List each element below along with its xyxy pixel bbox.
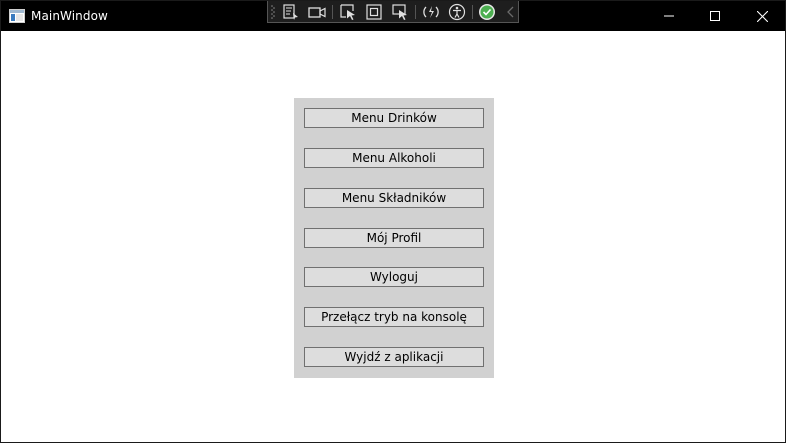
logout-button[interactable]: Wyloguj bbox=[304, 267, 484, 287]
display-layout-adorners-icon[interactable] bbox=[365, 3, 383, 21]
toolbar-separator bbox=[332, 5, 333, 19]
hot-reload-icon[interactable] bbox=[422, 3, 440, 21]
close-icon bbox=[756, 10, 768, 22]
ingredients-menu-button[interactable]: Menu Składników bbox=[304, 188, 484, 208]
xaml-debug-toolbar bbox=[267, 1, 519, 23]
exit-app-button[interactable]: Wyjdź z aplikacji bbox=[304, 347, 484, 367]
toolbar-grip-icon[interactable] bbox=[271, 4, 275, 20]
toolbar-separator bbox=[415, 5, 416, 19]
window-title: MainWindow bbox=[31, 9, 108, 23]
close-button[interactable] bbox=[739, 1, 785, 31]
alcohols-menu-button[interactable]: Menu Alkoholi bbox=[304, 148, 484, 168]
minimize-button[interactable] bbox=[646, 1, 692, 31]
main-menu-panel: Menu Drinków Menu Alkoholi Menu Składnik… bbox=[294, 98, 494, 378]
app-window-icon bbox=[9, 9, 25, 23]
drinks-menu-button[interactable]: Menu Drinków bbox=[304, 108, 484, 128]
maximize-button[interactable] bbox=[692, 1, 738, 31]
my-profile-button[interactable]: Mój Profil bbox=[304, 228, 484, 248]
accessibility-icon[interactable] bbox=[448, 3, 466, 21]
binding-check-icon[interactable] bbox=[478, 3, 496, 21]
switch-to-console-button[interactable]: Przełącz tryb na konsolę bbox=[304, 307, 484, 327]
track-focused-element-icon[interactable] bbox=[391, 3, 409, 21]
main-window: MainWindow Menu Drinków Menu Alkoholi Me… bbox=[0, 0, 786, 443]
select-element-icon[interactable] bbox=[339, 3, 357, 21]
minimize-icon bbox=[664, 11, 674, 21]
collapse-chevron-icon[interactable] bbox=[502, 3, 520, 21]
toolbar-separator bbox=[472, 5, 473, 19]
record-icon[interactable] bbox=[308, 3, 326, 21]
live-visual-tree-icon[interactable] bbox=[282, 3, 300, 21]
maximize-icon bbox=[710, 11, 720, 21]
title-bar[interactable]: MainWindow bbox=[1, 1, 785, 31]
